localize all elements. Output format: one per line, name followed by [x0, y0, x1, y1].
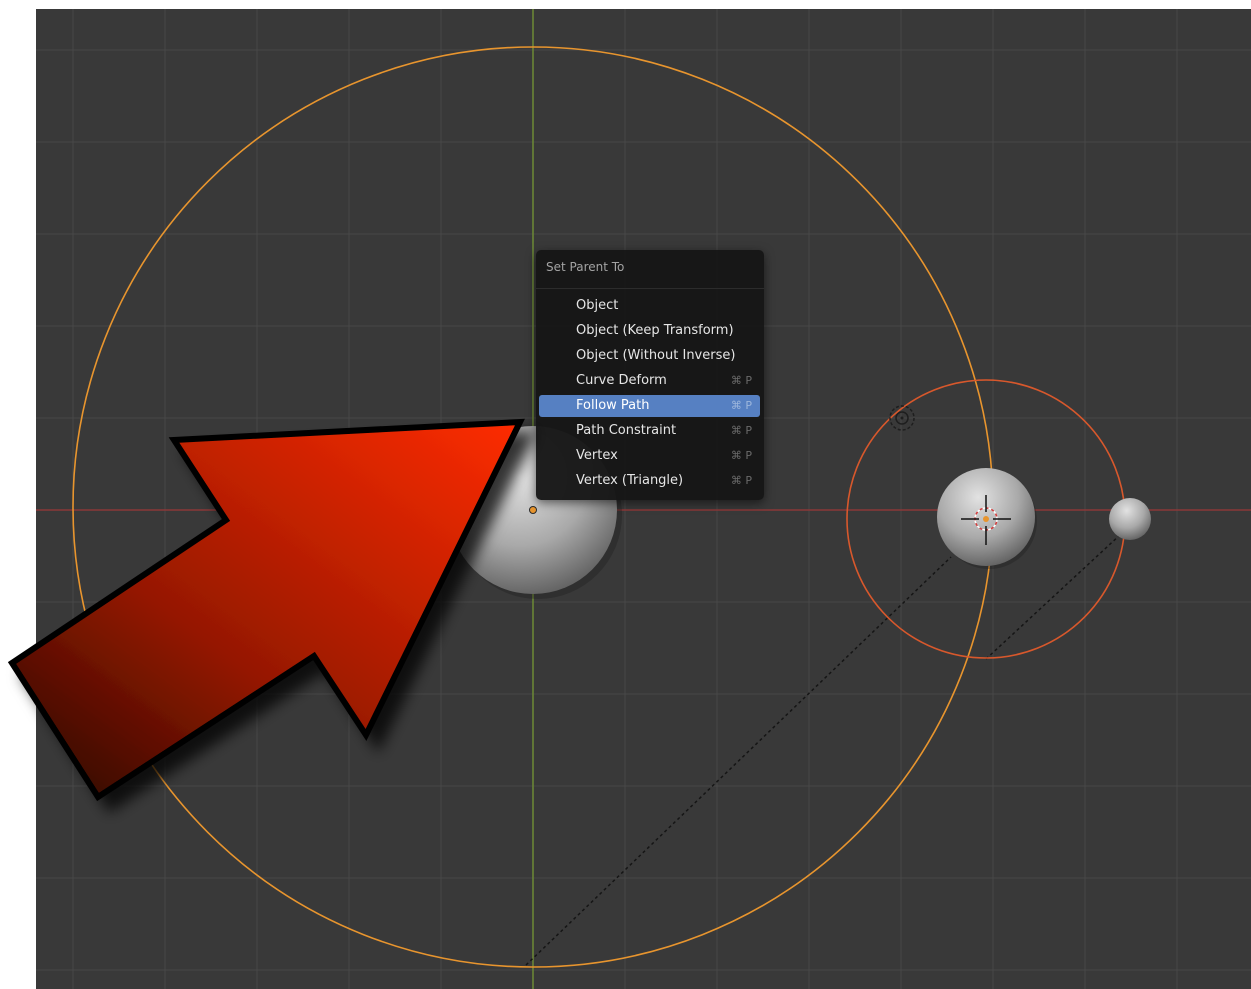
menu-item-label: Object: [576, 298, 619, 313]
moon-sphere[interactable]: [1109, 498, 1151, 540]
menu-item-shortcut: ⌘ P: [730, 399, 752, 412]
menu-item-label: Follow Path: [576, 398, 650, 413]
menu-item-object-without-inverse[interactable]: Object (Without Inverse): [539, 345, 760, 367]
menu-item-shortcut: ⌘ P: [730, 449, 752, 462]
menu-item-object[interactable]: Object: [539, 295, 760, 317]
menu-item-label: Object (Keep Transform): [576, 323, 734, 338]
menu-item-shortcut: ⌘ P: [730, 424, 752, 437]
set-parent-menu: Set Parent To Object Object (Keep Transf…: [536, 250, 764, 500]
menu-item-object-keep-transform[interactable]: Object (Keep Transform): [539, 320, 760, 342]
menu-item-label: Path Constraint: [576, 423, 677, 438]
menu-item-shortcut: ⌘ P: [730, 474, 752, 487]
menu-item-label: Vertex: [576, 448, 618, 463]
menu-item-label: Object (Without Inverse): [576, 348, 736, 363]
menu-title: Set Parent To: [546, 260, 625, 274]
sun-origin-dot: [529, 506, 537, 514]
menu-item-path-constraint[interactable]: Path Constraint ⌘ P: [539, 420, 760, 442]
3d-viewport[interactable]: Set Parent To Object Object (Keep Transf…: [36, 9, 1251, 989]
menu-item-vertex[interactable]: Vertex ⌘ P: [539, 445, 760, 467]
menu-item-label: Curve Deform: [576, 373, 667, 388]
menu-item-follow-path[interactable]: Follow Path ⌘ P: [539, 395, 760, 417]
menu-item-curve-deform[interactable]: Curve Deform ⌘ P: [539, 370, 760, 392]
menu-item-vertex-triangle[interactable]: Vertex (Triangle) ⌘ P: [539, 470, 760, 492]
relationship-line: [525, 556, 952, 966]
menu-item-label: Vertex (Triangle): [576, 473, 684, 488]
menu-item-shortcut: ⌘ P: [730, 374, 752, 387]
menu-divider: [536, 288, 764, 289]
